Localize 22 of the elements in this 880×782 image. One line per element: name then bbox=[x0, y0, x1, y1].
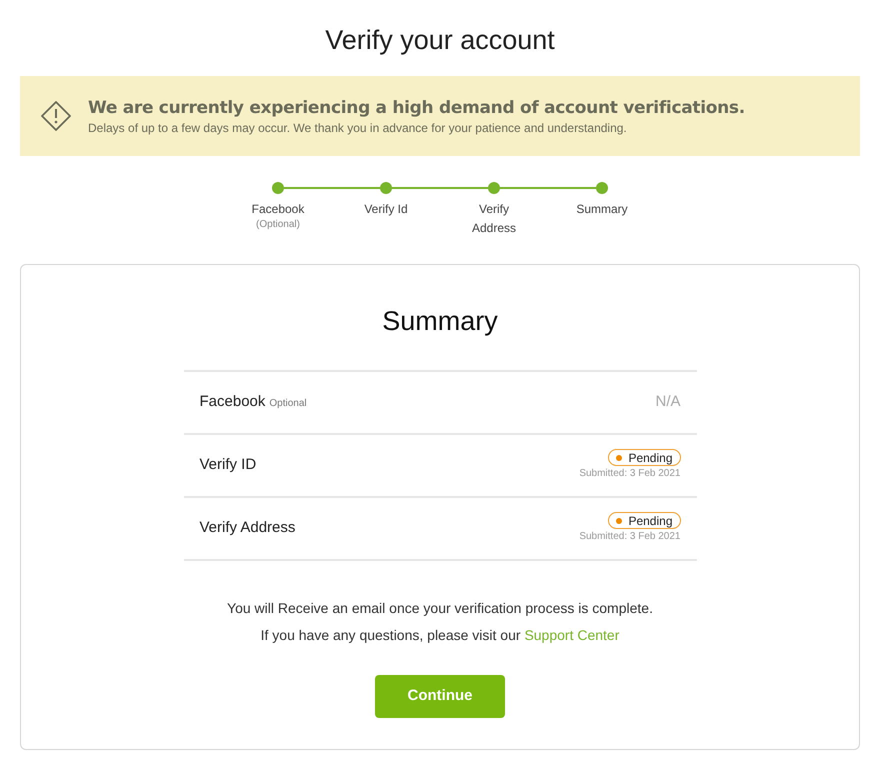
page-title: Verify your account bbox=[325, 24, 555, 56]
row-label: Verify Address bbox=[200, 518, 296, 538]
support-text: If you have any questions, please visit our Support Center bbox=[260, 626, 620, 645]
warning-icon bbox=[40, 100, 72, 132]
row-label: Verify ID bbox=[200, 455, 256, 476]
continue-button[interactable]: Continue bbox=[375, 675, 505, 718]
step-label: Verify Address bbox=[470, 201, 518, 237]
step-note: (Optional) bbox=[256, 219, 300, 231]
card-title: Summary bbox=[382, 305, 498, 337]
row-label: Facebook Optional bbox=[200, 392, 307, 412]
status-badge: Pending bbox=[608, 512, 680, 529]
step-label: Summary bbox=[575, 201, 629, 218]
notice-heading: We are currently experiencing a high demand of account verifications. bbox=[88, 97, 745, 120]
step-label: Facebook bbox=[250, 201, 306, 218]
row-value: N/A bbox=[655, 392, 680, 412]
info-text: You will Receive an email once your verification process is complete. bbox=[227, 599, 653, 618]
step-label: Verify Id bbox=[363, 201, 409, 218]
submitted-date: Submitted: 3 Feb 2021 bbox=[579, 467, 680, 481]
notice-text: Delays of up to a few days may occur. We thank you in advance for your patience and understanding. bbox=[88, 120, 628, 136]
support-link[interactable]: Support Center bbox=[524, 627, 620, 643]
submitted-date: Submitted: 3 Feb 2021 bbox=[579, 530, 680, 544]
status-badge: Pending bbox=[608, 449, 680, 466]
